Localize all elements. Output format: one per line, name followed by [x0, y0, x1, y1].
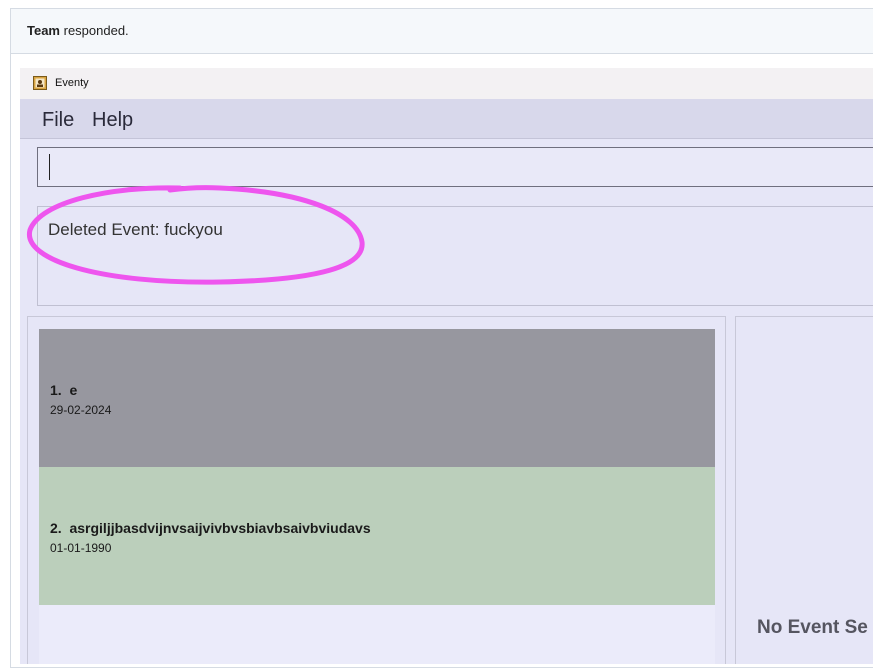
menu-help[interactable]: Help: [92, 109, 133, 132]
event-card[interactable]: 1. e 29-02-2024: [39, 329, 715, 467]
event-list-panel: 1. e 29-02-2024 2. asrgiljjbasdvijnvsaij…: [27, 316, 726, 664]
notice-text: responded.: [60, 23, 129, 38]
result-display: Deleted Event: fuckyou: [37, 206, 873, 306]
window-title: Eventy: [55, 77, 89, 89]
command-area: [20, 139, 873, 199]
person-card-icon: [33, 76, 47, 90]
response-notice: Team responded.: [11, 9, 873, 54]
event-date: 01-01-1990: [50, 541, 112, 555]
app-window: Eventy File Help Deleted Event: fuckyou …: [20, 68, 873, 664]
event-card[interactable]: 2. asrgiljjbasdvijnvsaijvivbvsbiavbsaivb…: [39, 467, 715, 605]
window-titlebar: Eventy: [20, 68, 873, 99]
event-name: 1. e: [50, 382, 78, 398]
menu-file[interactable]: File: [42, 109, 74, 132]
result-message: Deleted Event: fuckyou: [48, 220, 223, 239]
no-event-selected-label: No Event Se: [757, 617, 868, 638]
event-detail-panel: No Event Se: [735, 316, 873, 664]
text-caret: [49, 154, 50, 180]
menu-bar: File Help: [20, 99, 873, 139]
command-input[interactable]: [37, 147, 873, 187]
event-list-empty-row: [39, 605, 715, 664]
notice-actor: Team: [27, 23, 60, 38]
event-name: 2. asrgiljjbasdvijnvsaijvivbvsbiavbsaivb…: [50, 520, 371, 536]
event-date: 29-02-2024: [50, 403, 112, 417]
